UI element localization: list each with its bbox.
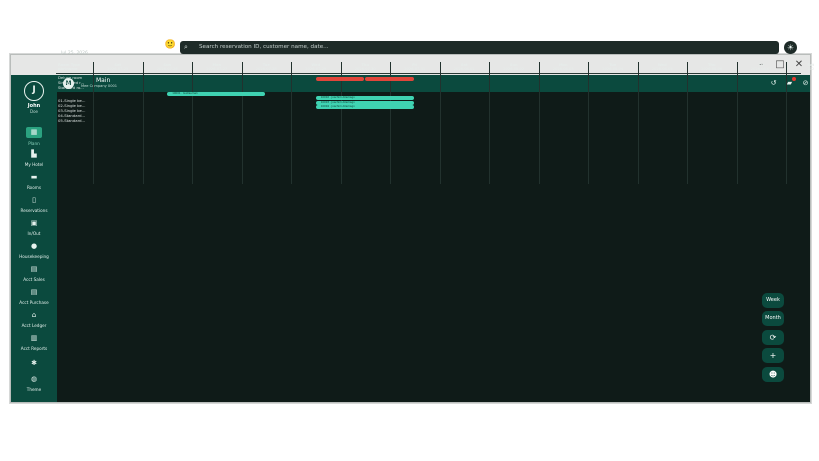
greeting-title: Good morning, John 🙂 bbox=[61, 40, 176, 50]
bank-icon: ⌂ bbox=[31, 311, 37, 319]
day-column-header[interactable]: Mon 2026-07-27 bbox=[192, 63, 242, 72]
day-column-header[interactable]: Sat 2026-08-01 bbox=[440, 63, 490, 72]
day-column-header[interactable]: Sun 2026-07-26 bbox=[143, 63, 193, 72]
day-column-header[interactable]: Wed 2026-07-29 bbox=[291, 63, 341, 72]
sidebar: J John Doe ▦ Plann ▙ My Hotel ▬ Rooms ▯ … bbox=[11, 75, 57, 402]
reservation-label: 10004 · Joachim Allemagn bbox=[320, 104, 355, 108]
sidebar-item-housekeeping[interactable]: ● Housekeeping bbox=[11, 242, 57, 264]
day-column-header[interactable]: Fri 2026-07-31 bbox=[390, 63, 440, 72]
sidebar-item-plann[interactable]: ▦ Plann bbox=[11, 127, 57, 149]
sidebar-item-in-out[interactable]: ▣ In/Out bbox=[11, 219, 57, 241]
reservation-bar[interactable]: 10004 · Joachim Allemagn bbox=[315, 104, 414, 109]
cleaning-icon: ● bbox=[30, 242, 38, 250]
search-input[interactable]: Search reservation ID, customer name, da… bbox=[199, 44, 329, 50]
reservation-label: 10002 · Joachim Allemagn bbox=[320, 96, 355, 99]
day-column bbox=[439, 62, 441, 184]
sidebar-item-my-hotel[interactable]: ▙ My Hotel bbox=[11, 150, 57, 172]
day-column bbox=[538, 62, 540, 184]
day-column bbox=[736, 62, 738, 184]
assistant-bot-button[interactable]: ☻ bbox=[762, 367, 784, 382]
suitcase-icon: ▣ bbox=[30, 219, 38, 227]
day-column bbox=[291, 62, 292, 184]
day-column bbox=[241, 62, 243, 184]
day-column bbox=[687, 62, 688, 184]
reservation-bar[interactable]: 10002 · Joachim Allemagn bbox=[315, 96, 414, 100]
day-column-header[interactable]: Tue 2026-08-04 bbox=[588, 63, 638, 72]
add-reservation-button[interactable]: + bbox=[762, 348, 784, 363]
bed-icon: ▬ bbox=[30, 173, 38, 181]
day-column bbox=[637, 62, 639, 184]
user-last-name: Doe bbox=[30, 109, 38, 114]
day-column-header[interactable]: Thu 2026-08-06 bbox=[687, 63, 737, 72]
search-bar[interactable]: ⌕ Search reservation ID, customer name, … bbox=[180, 41, 779, 54]
current-date: Jul 25, 2026 bbox=[61, 51, 88, 56]
day-column-header[interactable]: Fri 2026-08-07 bbox=[737, 63, 787, 72]
sidebar-item-reservations[interactable]: ▯ Reservations bbox=[11, 196, 57, 218]
theme-toggle-icon[interactable]: ☀ bbox=[784, 41, 797, 54]
gear-icon: ✱ bbox=[31, 359, 37, 367]
room-row[interactable]: 05-Standard... bbox=[58, 119, 85, 123]
day-column-header[interactable]: Thu 2026-07-30 bbox=[341, 63, 391, 72]
day-column-header[interactable]: Mon 2026-08-03 bbox=[539, 63, 589, 72]
day-column bbox=[192, 62, 193, 184]
week-view-button[interactable]: Week bbox=[762, 293, 784, 308]
search-icon: ⌕ bbox=[184, 43, 188, 51]
refresh-button[interactable]: ⟳ bbox=[762, 330, 784, 345]
day-column-header[interactable]: Wed 2026-08-05 bbox=[638, 63, 688, 72]
month-view-button[interactable]: Month bbox=[762, 311, 784, 326]
day-column-header[interactable]: Sat 2026-07-25 bbox=[93, 63, 143, 72]
sidebar-item-rooms[interactable]: ▬ Rooms bbox=[11, 173, 57, 195]
day-column-header[interactable]: Sat 202 bbox=[786, 63, 819, 72]
reservation-bar[interactable]: 10001 · Guillaume1 bbox=[167, 91, 266, 96]
sidebar-item-acct-purchase[interactable]: ▤ Acct Purchase bbox=[11, 288, 57, 310]
sidebar-item-theme[interactable]: ◍ Theme bbox=[11, 375, 57, 397]
day-column bbox=[93, 62, 94, 184]
day-column bbox=[588, 62, 589, 184]
hotel-icon: ▙ bbox=[31, 150, 37, 158]
palette-icon: ◍ bbox=[30, 375, 38, 383]
reservation-bar[interactable] bbox=[315, 76, 365, 81]
header-divider bbox=[56, 73, 801, 74]
day-column bbox=[786, 62, 787, 184]
report-icon: ▥ bbox=[30, 334, 38, 342]
reservation-label: 10001 · Guillaume1 bbox=[172, 91, 198, 95]
room-type-row[interactable]: Standard ro... bbox=[58, 86, 84, 90]
day-column bbox=[489, 62, 490, 184]
planner-grid: Room Type nbr/name Deluxe room Single be… bbox=[56, 62, 814, 184]
room-column-header: Room Type nbr/name bbox=[58, 63, 81, 71]
day-column-header[interactable]: Tue 2026-07-28 bbox=[242, 63, 292, 72]
day-column bbox=[142, 62, 144, 184]
sidebar-item-acct-reports[interactable]: ▥ Acct Reports bbox=[11, 334, 57, 356]
reservation-icon: ▯ bbox=[32, 196, 36, 204]
day-column-header[interactable]: Sun 2026-08-02 bbox=[489, 63, 539, 72]
purchase-icon: ▤ bbox=[30, 288, 38, 296]
calendar-grid-icon: ▦ bbox=[26, 127, 42, 138]
reservation-bar[interactable] bbox=[365, 76, 414, 81]
logout-icon[interactable]: ⊘ bbox=[800, 78, 810, 89]
avatar[interactable]: J bbox=[24, 81, 44, 101]
sidebar-item-acct-ledger[interactable]: ⌂ Acct Ledger bbox=[11, 311, 57, 333]
sales-icon: ▤ bbox=[30, 265, 38, 273]
sidebar-item-acct-sales[interactable]: ▤ Acct Sales bbox=[11, 265, 57, 287]
